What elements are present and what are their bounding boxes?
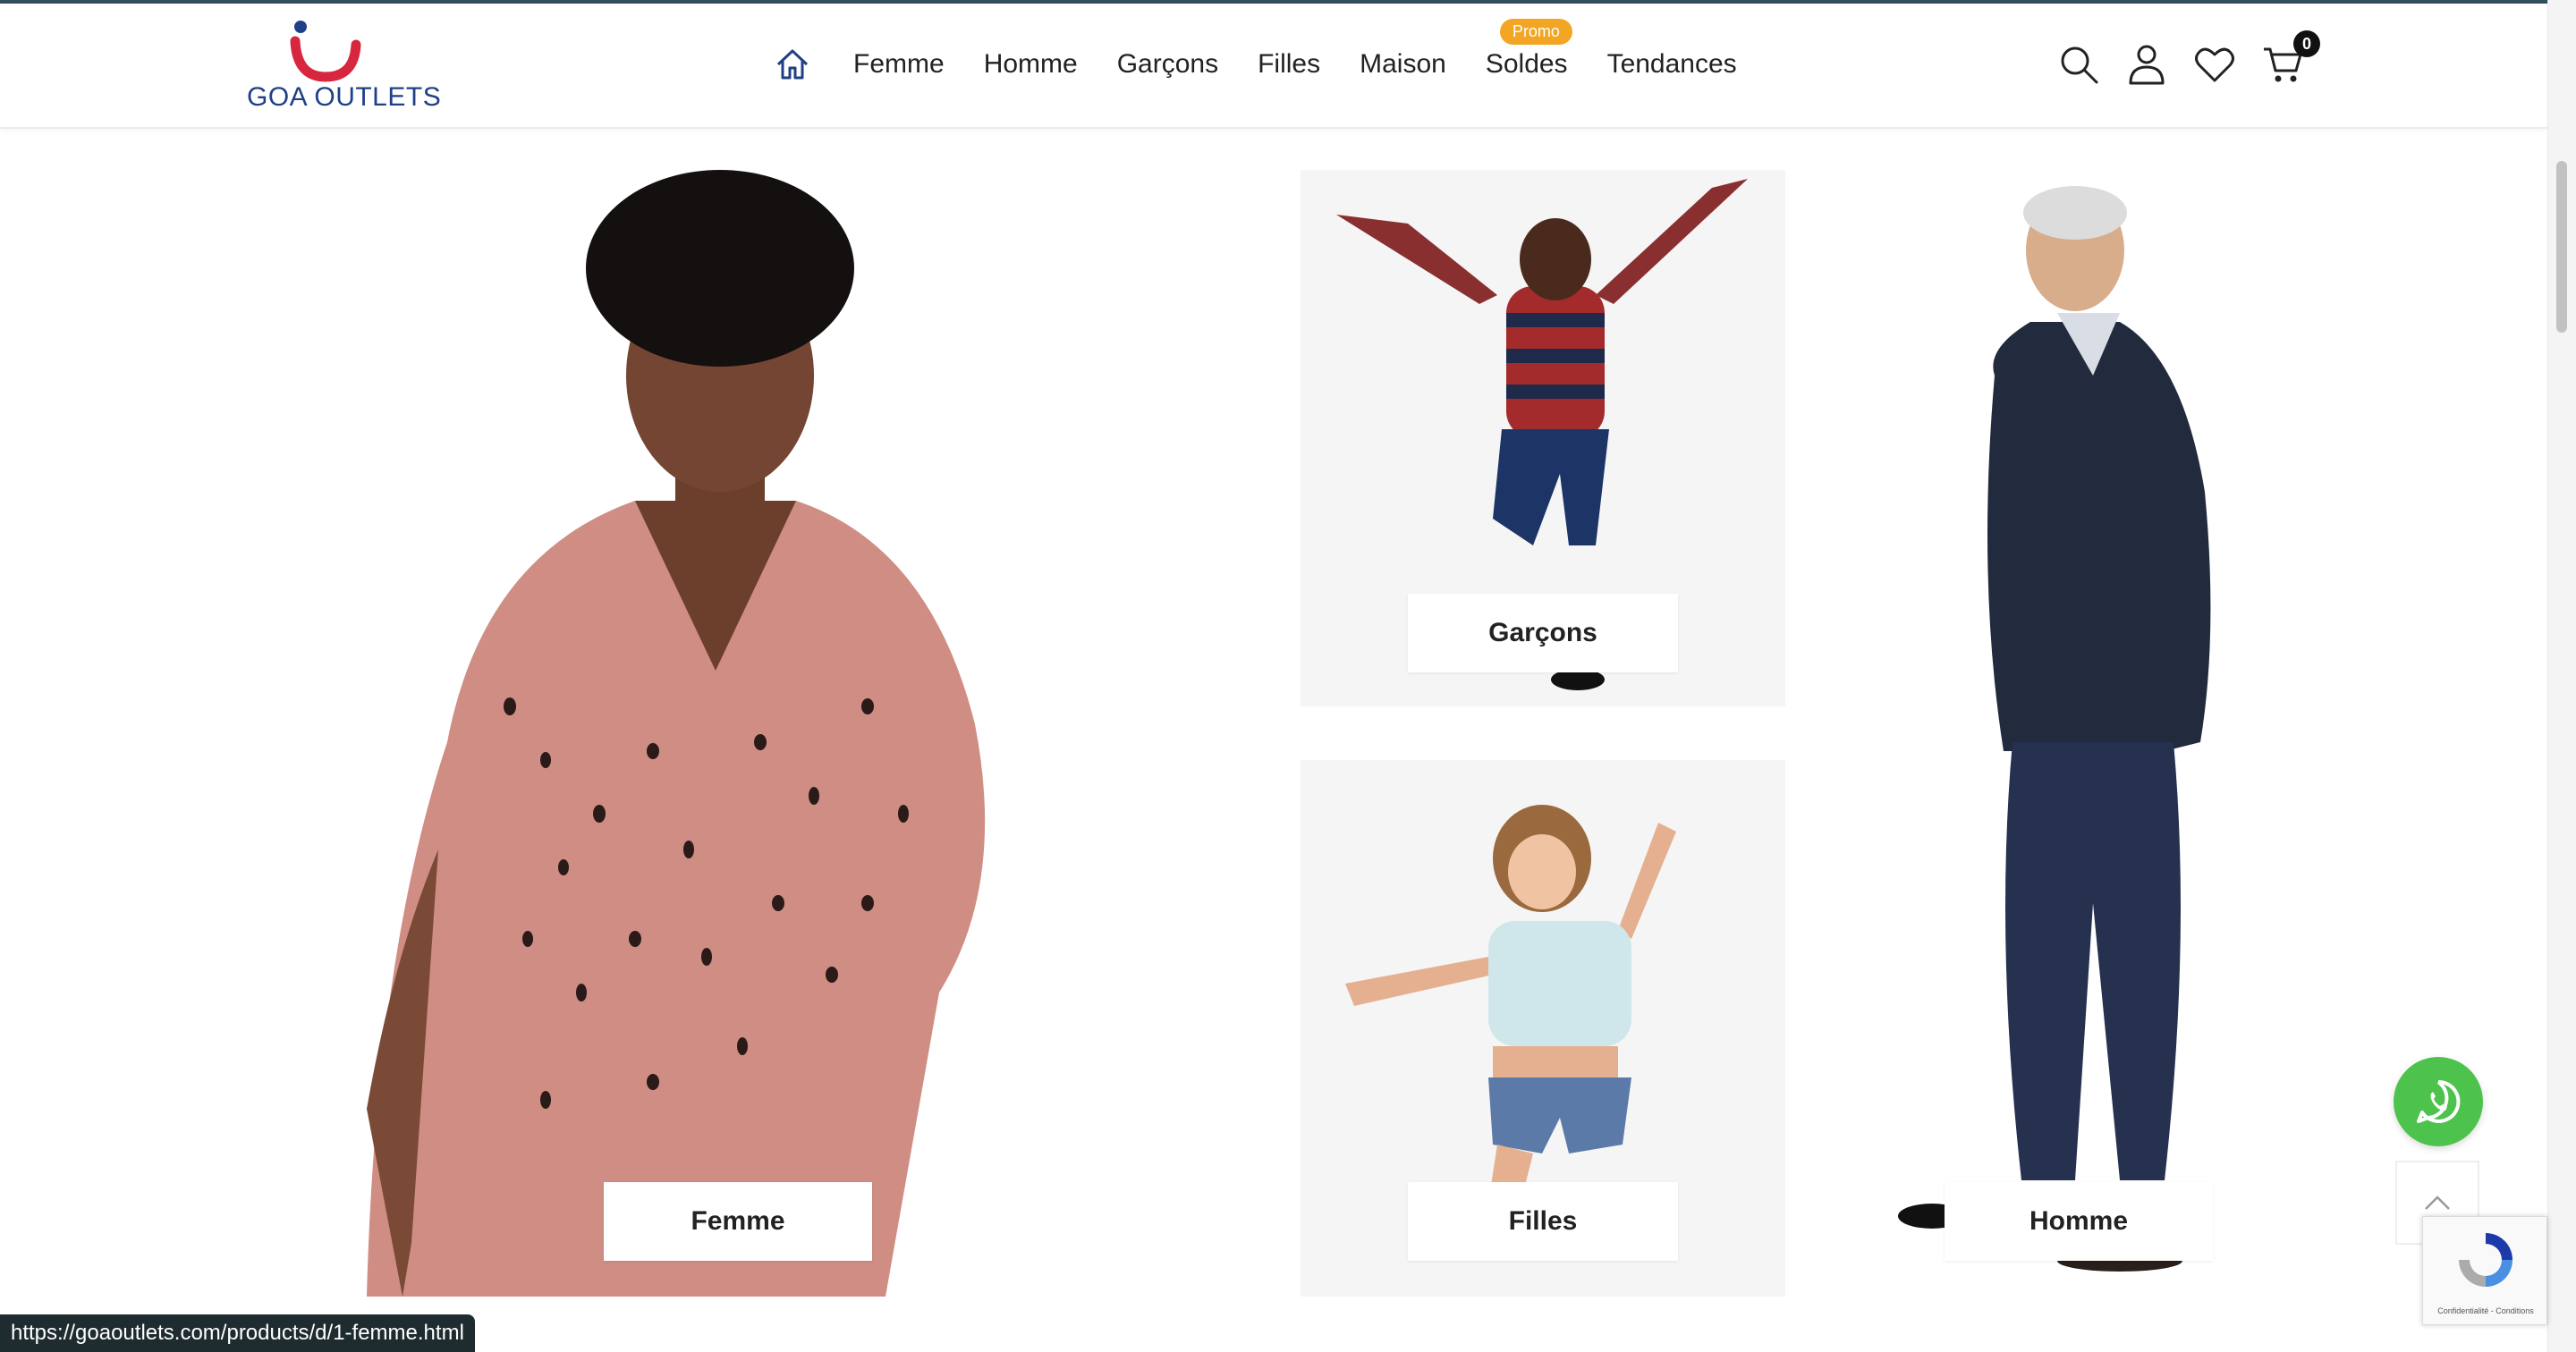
nav-item-femme[interactable]: Femme [853, 49, 945, 80]
logo-mark-icon [290, 21, 361, 82]
chevron-up-icon [2425, 1196, 2450, 1210]
heart-icon[interactable] [2193, 43, 2236, 86]
header-icons: 0 [2057, 30, 2329, 91]
category-label-filles[interactable]: Filles [1408, 1182, 1678, 1261]
nav-item-maison[interactable]: Maison [1360, 49, 1446, 80]
femme-model-image [367, 170, 986, 1297]
category-label-homme[interactable]: Homme [1945, 1182, 2213, 1261]
nav-item-garcons[interactable]: Garçons [1117, 49, 1218, 80]
cart-icon[interactable]: 0 [2261, 30, 2320, 86]
logo[interactable]: GOA OUTLETS [243, 16, 442, 120]
nav-item-tendances[interactable]: Tendances [1607, 49, 1737, 80]
link-preview-status: https://goaoutlets.com/products/d/1-femm… [0, 1314, 475, 1352]
search-icon[interactable] [2057, 43, 2100, 86]
category-label-garcons[interactable]: Garçons [1408, 594, 1678, 672]
nav-item-filles[interactable]: Filles [1258, 49, 1320, 80]
category-tile-femme[interactable]: Femme [313, 170, 1011, 1297]
whatsapp-button[interactable] [2394, 1057, 2483, 1146]
category-label-femme[interactable]: Femme [604, 1182, 872, 1261]
main-nav: Femme Homme Garçons Filles Maison Promo … [773, 19, 1776, 86]
category-tile-homme[interactable]: Homme [1896, 170, 2254, 1297]
cart-count-badge: 0 [2293, 30, 2320, 57]
promo-badge: Promo [1499, 19, 1572, 45]
logo-text: GOA OUTLETS [247, 82, 442, 112]
recaptcha-links[interactable]: Confidentialité - Conditions [2427, 1306, 2545, 1315]
recaptcha-badge[interactable]: Confidentialité - Conditions [2422, 1216, 2547, 1325]
whatsapp-icon [2417, 1079, 2461, 1123]
category-tile-filles[interactable]: Filles [1301, 760, 1785, 1297]
nav-item-homme[interactable]: Homme [984, 49, 1078, 80]
scrollbar-thumb[interactable] [2556, 161, 2567, 333]
nav-item-soldes-label: Soldes [1485, 49, 1568, 79]
category-tile-garcons[interactable]: Garçons [1301, 170, 1785, 706]
nav-item-soldes[interactable]: Promo Soldes [1485, 19, 1572, 80]
recaptcha-icon [2459, 1233, 2512, 1287]
home-icon[interactable] [773, 45, 812, 84]
user-icon[interactable] [2125, 43, 2168, 86]
homme-model-image [1898, 186, 2211, 1272]
site-header: GOA OUTLETS Femme Homme Garçons Filles M… [0, 4, 2547, 129]
